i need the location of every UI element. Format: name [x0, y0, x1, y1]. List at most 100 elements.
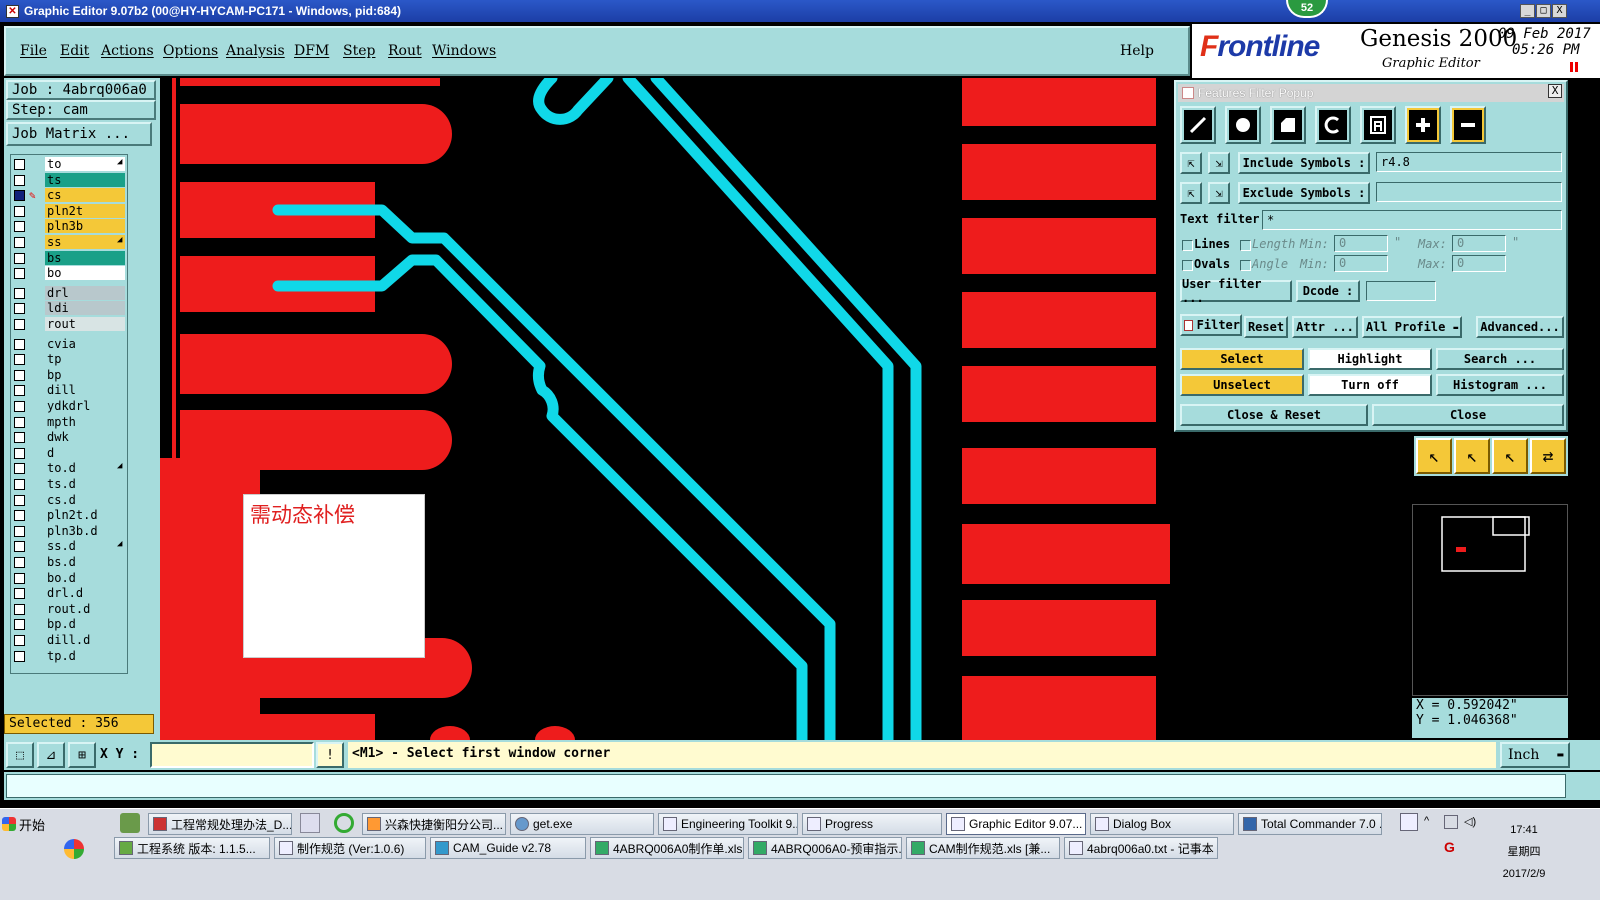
task-item[interactable]: CAM制作规范.xls [兼...	[906, 837, 1060, 859]
layer-name[interactable]: pln3b	[45, 219, 125, 234]
layer-checkbox[interactable]	[14, 159, 25, 170]
dcode-button[interactable]: Dcode :	[1296, 280, 1360, 302]
layer-checkbox[interactable]	[14, 525, 25, 537]
layer-name[interactable]: pln3b.d	[45, 523, 125, 538]
layer-row[interactable]: tp.d	[11, 648, 129, 664]
angle-min-input[interactable]: 0	[1334, 255, 1388, 272]
filter-checkbox[interactable]	[1184, 319, 1193, 331]
layer-checkbox[interactable]	[14, 268, 25, 280]
layer-row[interactable]: drl.d	[11, 586, 129, 601]
layer-checkbox[interactable]	[14, 338, 25, 350]
length-min-input[interactable]: 0	[1334, 235, 1388, 252]
layer-row[interactable]: ✎ cs	[11, 188, 129, 203]
advanced-button[interactable]: Advanced...	[1476, 316, 1564, 338]
menu-analysis[interactable]: Analysis	[226, 43, 285, 59]
layer-row[interactable]: bo	[11, 266, 129, 281]
text-filter-input[interactable]: *	[1262, 210, 1562, 230]
layer-checkbox[interactable]	[14, 237, 25, 248]
layer-row[interactable]: bp.d	[11, 617, 129, 632]
layer-row[interactable]: dwk	[11, 430, 129, 445]
layer-row[interactable]: bo.d	[11, 570, 129, 586]
tray-expand-icon[interactable]: ^	[1424, 815, 1429, 827]
layer-name[interactable]: to.d	[45, 461, 125, 476]
layer-row[interactable]: to.d ◢	[11, 461, 129, 476]
exclude-pick-all-icon[interactable]: ⇲	[1208, 182, 1230, 204]
exclude-pick-icon[interactable]: ⇱	[1180, 182, 1202, 204]
highlight-button[interactable]: Highlight	[1308, 348, 1432, 370]
layer-row[interactable]: rout.d	[11, 601, 129, 617]
length-checkbox[interactable]	[1240, 240, 1251, 251]
unselect-button[interactable]: Unselect	[1180, 374, 1304, 396]
layer-name[interactable]: to	[45, 157, 125, 171]
minimize-button[interactable]: _	[1520, 4, 1535, 18]
layer-checkbox[interactable]	[14, 447, 25, 459]
grid-icon[interactable]: ⊞	[68, 742, 96, 768]
text-feature-button[interactable]	[1360, 106, 1396, 144]
ovals-checkbox[interactable]	[1182, 260, 1193, 271]
volume-icon[interactable]: ◁)	[1464, 815, 1476, 828]
positive-polarity-button[interactable]	[1405, 106, 1441, 144]
unit-dropdown[interactable]: Inch ▬	[1500, 742, 1570, 768]
layer-row[interactable]: bs.d	[11, 555, 129, 570]
layer-row[interactable]: rout	[11, 317, 129, 332]
start-button[interactable]: 开始	[2, 813, 54, 835]
close-reset-button[interactable]: Close & Reset	[1180, 404, 1368, 426]
layer-name[interactable]: ts	[45, 172, 125, 187]
task-item[interactable]: 兴森快捷衡阳分公司...	[362, 813, 506, 835]
menu-windows[interactable]: Windows	[432, 43, 496, 59]
menu-dfm[interactable]: DFM	[294, 43, 329, 59]
menu-edit[interactable]: Edit	[60, 43, 89, 59]
layer-name[interactable]: bo.d	[45, 570, 125, 585]
tray-app-icon[interactable]: G	[1444, 839, 1455, 855]
angle-checkbox[interactable]	[1240, 260, 1251, 271]
layer-checkbox[interactable]	[14, 557, 25, 568]
user-filter-button[interactable]: User filter ...	[1180, 277, 1292, 305]
measure-icon[interactable]: ⊿	[37, 742, 65, 768]
layer-name[interactable]: cs	[45, 188, 125, 203]
length-max-input[interactable]: 0	[1452, 235, 1506, 252]
layer-checkbox[interactable]	[14, 221, 25, 233]
layer-checkbox[interactable]	[14, 479, 25, 490]
layer-row[interactable]: ldi	[11, 301, 129, 316]
job-matrix-button[interactable]: Job Matrix ...	[6, 122, 152, 146]
layer-name[interactable]: cvia	[45, 336, 125, 351]
turn-off-button[interactable]: Turn off	[1308, 374, 1432, 396]
task-item[interactable]: 工程常规处理办法_D...	[148, 813, 292, 835]
negative-polarity-button[interactable]	[1450, 106, 1486, 144]
layer-name[interactable]: mpth	[45, 414, 125, 429]
layer-row[interactable]: ydkdrl	[11, 399, 129, 414]
layer-checkbox[interactable]	[14, 603, 25, 615]
layer-row[interactable]: pln3b	[11, 219, 129, 234]
layer-row[interactable]: ts	[11, 172, 129, 188]
layer-checkbox[interactable]	[14, 588, 25, 600]
layer-row[interactable]: pln3b.d	[11, 523, 129, 539]
menu-file[interactable]: File	[20, 43, 47, 59]
reset-button[interactable]: Reset	[1244, 316, 1288, 338]
layer-name[interactable]: drl	[45, 285, 125, 300]
lines-checkbox[interactable]	[1182, 240, 1193, 251]
menu-step[interactable]: Step	[343, 43, 375, 59]
layer-row[interactable]: ss ◢	[11, 235, 129, 250]
angle-max-input[interactable]: 0	[1452, 255, 1506, 272]
layer-checkbox[interactable]	[14, 463, 25, 475]
layer-name[interactable]: cs.d	[45, 492, 125, 507]
layer-name[interactable]: pln2t.d	[45, 508, 125, 523]
layer-name[interactable]: dill	[45, 383, 125, 398]
browser-icon[interactable]	[334, 813, 354, 833]
task-item[interactable]: Dialog Box	[1090, 813, 1234, 835]
filter-toggle[interactable]: Filter	[1180, 314, 1242, 336]
close-button[interactable]: Close	[1372, 404, 1564, 426]
layer-checkbox[interactable]	[14, 287, 25, 299]
quicklaunch-icon[interactable]	[120, 813, 140, 833]
layer-name[interactable]: tp	[45, 352, 125, 367]
layer-row[interactable]: d	[11, 445, 129, 461]
layer-checkbox[interactable]	[14, 650, 25, 662]
layer-row[interactable]: mpth	[11, 414, 129, 430]
layer-row[interactable]: to ◢	[11, 157, 129, 172]
layer-checkbox[interactable]	[14, 369, 25, 381]
layer-checkbox[interactable]	[14, 174, 25, 186]
show-desktop-icon[interactable]	[1400, 813, 1418, 831]
layer-row[interactable]: drl	[11, 285, 129, 301]
layer-checkbox[interactable]	[14, 319, 25, 330]
task-item-active[interactable]: Graphic Editor 9.07...	[946, 813, 1086, 835]
